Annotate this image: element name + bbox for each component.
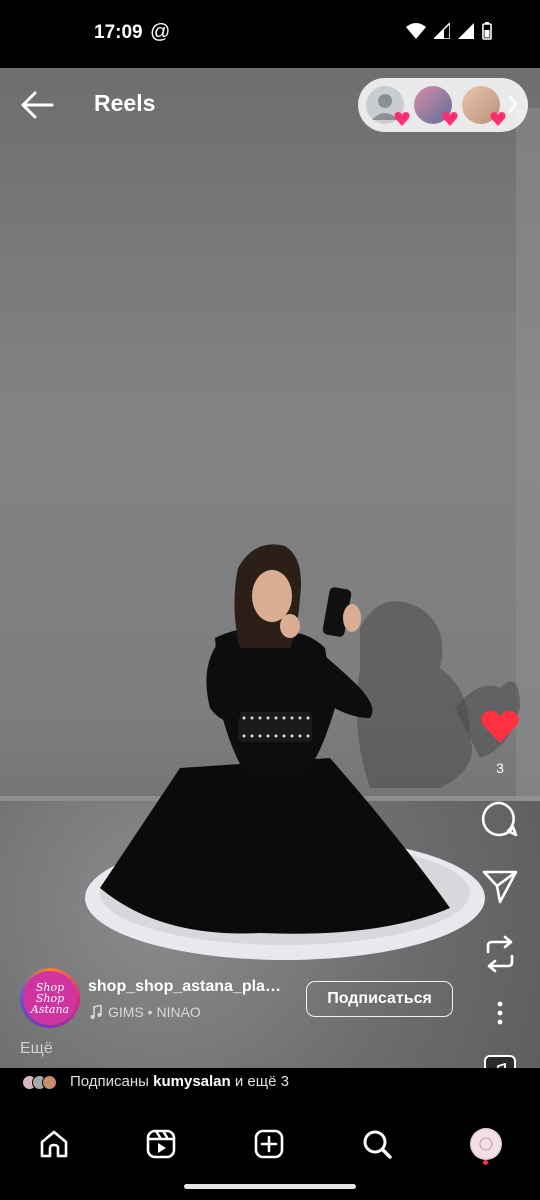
- nav-home[interactable]: [34, 1124, 74, 1164]
- battery-icon: [482, 22, 492, 40]
- avatar-logo-line: Shop: [35, 980, 65, 994]
- music-info[interactable]: GIMS • NINAO: [90, 1004, 201, 1020]
- like-count: 3: [496, 760, 504, 776]
- notification-dot: [483, 1160, 488, 1165]
- profile-avatar: [470, 1128, 502, 1160]
- followed-username[interactable]: kumysalan: [153, 1073, 231, 1090]
- avatar: [366, 86, 410, 126]
- home-icon: [40, 1130, 68, 1158]
- nav-create[interactable]: [249, 1124, 289, 1164]
- avatar: [462, 86, 506, 126]
- followed-prefix: Подписаны: [70, 1073, 149, 1090]
- followed-suffix: и ещё 3: [234, 1073, 289, 1090]
- status-icons: [406, 22, 492, 40]
- status-bar: 17:09 @: [0, 0, 540, 68]
- cell-signal-icon: [458, 23, 474, 39]
- chevron-right-icon: [508, 95, 518, 113]
- more-icon[interactable]: [480, 1000, 520, 1026]
- avatar-logo-line: Shop: [35, 991, 65, 1005]
- like-heart-icon[interactable]: [480, 710, 520, 744]
- at-icon: @: [150, 21, 171, 43]
- avatar: [42, 1075, 57, 1090]
- heart-icon: [490, 112, 506, 126]
- heart-icon: [394, 112, 410, 126]
- nav-search[interactable]: [357, 1124, 397, 1164]
- nav-reels[interactable]: [141, 1124, 181, 1164]
- avatar-logo: Shop Shop Astana: [23, 971, 77, 1025]
- account-username[interactable]: shop_shop_astana_pla…: [88, 978, 298, 996]
- remix-icon[interactable]: [480, 934, 520, 974]
- avatar: [414, 86, 458, 126]
- music-title: GIMS • NINAO: [108, 1004, 201, 1020]
- back-arrow-icon[interactable]: [20, 90, 54, 120]
- wifi-icon: [406, 23, 426, 39]
- avatar-logo-line: Astana: [30, 1002, 70, 1016]
- share-icon[interactable]: [480, 868, 520, 904]
- heart-icon: [442, 112, 458, 126]
- create-icon: [254, 1129, 284, 1159]
- followed-by-row[interactable]: Подписаны kumysalan и ещё 3: [0, 1068, 540, 1110]
- reels-icon: [146, 1129, 176, 1159]
- comment-icon[interactable]: [480, 800, 520, 838]
- status-time: 17:09: [94, 22, 143, 43]
- account-avatar[interactable]: Shop Shop Astana: [20, 968, 80, 1028]
- home-indicator[interactable]: [184, 1184, 356, 1189]
- page-title: Reels: [94, 90, 156, 116]
- reel-video[interactable]: [0, 68, 540, 1068]
- followed-text: Подписаны kumysalan и ещё 3: [70, 1073, 289, 1090]
- subscribe-button[interactable]: Подписаться: [306, 981, 453, 1017]
- music-note-icon: [90, 1005, 102, 1019]
- followers-liked-pill[interactable]: [358, 78, 528, 132]
- followed-avatars: [22, 1075, 62, 1091]
- nav-profile[interactable]: [470, 1128, 502, 1160]
- dancer-figure: [85, 544, 520, 960]
- caption-more[interactable]: Ещё: [20, 1040, 53, 1058]
- search-icon: [363, 1130, 392, 1159]
- cell-signal-icon: [434, 23, 450, 39]
